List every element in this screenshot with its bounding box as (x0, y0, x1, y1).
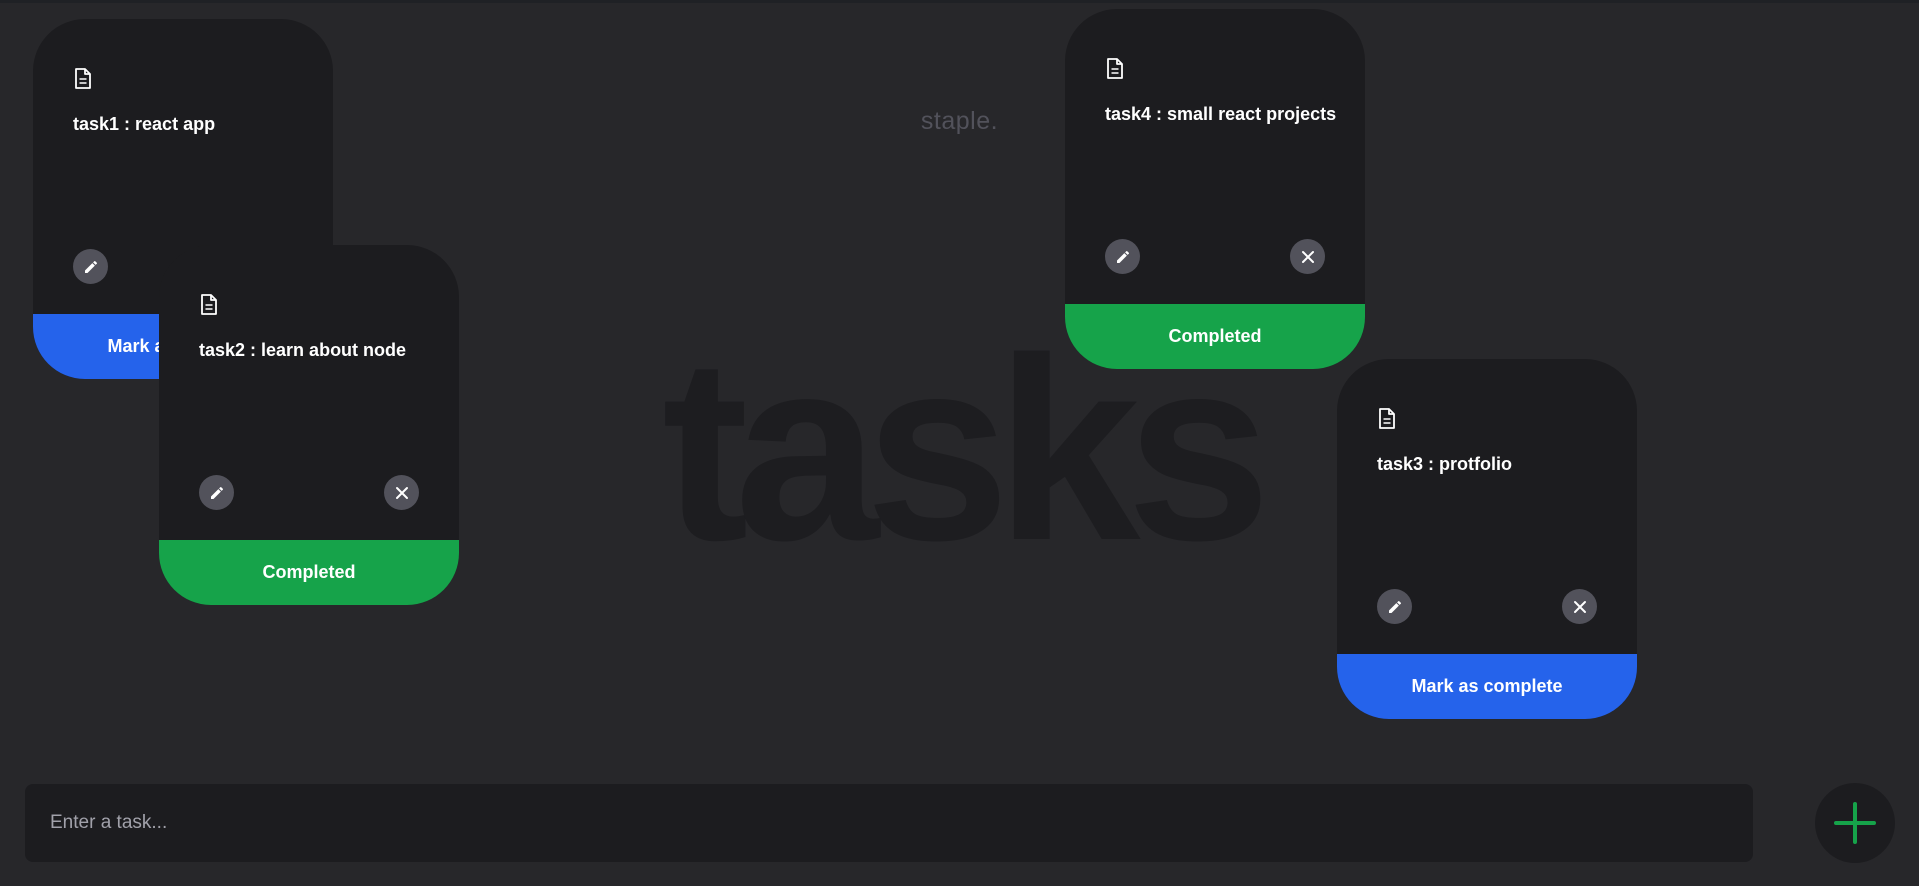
close-icon (395, 486, 409, 500)
document-icon (1105, 58, 1125, 80)
document-icon (1377, 408, 1397, 430)
pencil-icon (83, 259, 99, 275)
delete-button[interactable] (1562, 589, 1597, 624)
task-card[interactable]: task4 : small react projects Completed (1065, 9, 1365, 369)
delete-button[interactable] (1290, 239, 1325, 274)
task-input[interactable] (25, 784, 1753, 862)
task-text: task3 : protfolio (1377, 454, 1513, 474)
completed-button[interactable]: Completed (1065, 304, 1365, 369)
completed-button[interactable]: Completed (159, 540, 459, 605)
mark-complete-button[interactable]: Mark as complete (1337, 654, 1637, 719)
top-border (0, 0, 1919, 3)
add-task-button[interactable] (1815, 783, 1895, 863)
edit-button[interactable] (199, 475, 234, 510)
close-icon (1573, 600, 1587, 614)
task-text: task1 : react app (73, 114, 216, 134)
edit-button[interactable] (1105, 239, 1140, 274)
task-card[interactable]: task2 : learn about node Completed (159, 245, 459, 605)
pencil-icon (209, 485, 225, 501)
task-input-bar (25, 784, 1753, 862)
task-text: task4 : small react projects (1105, 104, 1337, 124)
edit-button[interactable] (1377, 589, 1412, 624)
pencil-icon (1387, 599, 1403, 615)
plus-icon (1832, 800, 1878, 846)
document-icon (199, 294, 219, 316)
edit-button[interactable] (73, 249, 108, 284)
task-text: task2 : learn about node (199, 340, 407, 360)
task-card[interactable]: task3 : protfolio Mark as complete (1337, 359, 1637, 719)
document-icon (73, 68, 93, 90)
close-icon (1301, 250, 1315, 264)
pencil-icon (1115, 249, 1131, 265)
delete-button[interactable] (384, 475, 419, 510)
